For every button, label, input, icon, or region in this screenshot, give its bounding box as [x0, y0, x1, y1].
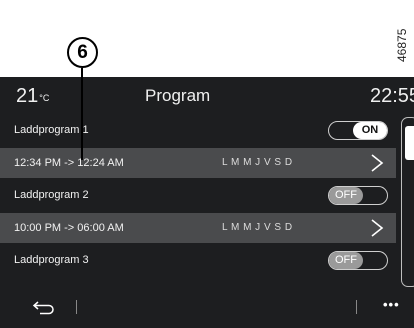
program-3-toggle[interactable]: OFF: [328, 251, 388, 270]
head-unit-screen: 21°C Program 22:55 Laddprogram 1 ON 12:3…: [0, 77, 414, 328]
temperature-unit: °C: [39, 93, 50, 103]
temperature-readout: 21°C: [16, 85, 49, 108]
program-1-row: Laddprogram 1 ON: [0, 115, 396, 145]
program-2-toggle[interactable]: OFF: [328, 186, 388, 205]
chevron-right-icon: [371, 154, 384, 172]
program-2-name: Laddprogram 2: [14, 189, 89, 201]
program-3-name: Laddprogram 3: [14, 254, 89, 266]
reference-code: 46875: [395, 28, 409, 62]
temperature-value: 21: [16, 85, 39, 107]
more-options-button[interactable]: •••: [383, 297, 400, 312]
program-1-toggle[interactable]: ON: [328, 121, 388, 140]
program-2-time-range: 10:00 PM -> 06:00 AM: [14, 222, 124, 234]
program-2-row: Laddprogram 2 OFF: [0, 180, 396, 210]
program-1-time-range: 12:34 PM -> 12:24 AM: [14, 157, 124, 169]
program-2-days: L M M J V S D: [222, 222, 293, 233]
clock: 22:55: [370, 85, 414, 107]
program-1-schedule-row[interactable]: 12:34 PM -> 12:24 AM L M M J V S D: [0, 148, 396, 178]
chevron-right-icon: [371, 219, 384, 237]
toggle-knob: OFF: [329, 252, 363, 269]
callout-marker: 6: [67, 37, 98, 68]
scrollbar-thumb[interactable]: [405, 126, 414, 160]
bottom-bar: •••: [0, 288, 414, 328]
callout-leader-line: [81, 68, 83, 160]
status-bar: 21°C Program 22:55: [0, 77, 414, 115]
toggle-knob: OFF: [329, 187, 363, 204]
program-3-row: Laddprogram 3 OFF: [0, 245, 396, 275]
toggle-knob: ON: [353, 122, 387, 139]
divider: [356, 300, 357, 314]
divider: [76, 300, 77, 314]
back-arrow-icon[interactable]: [32, 299, 56, 315]
page-title: Program: [145, 86, 211, 105]
program-1-name: Laddprogram 1: [14, 124, 89, 136]
program-1-days: L M M J V S D: [222, 157, 293, 168]
scrollbar[interactable]: [401, 117, 414, 287]
program-2-schedule-row[interactable]: 10:00 PM -> 06:00 AM L M M J V S D: [0, 213, 396, 243]
